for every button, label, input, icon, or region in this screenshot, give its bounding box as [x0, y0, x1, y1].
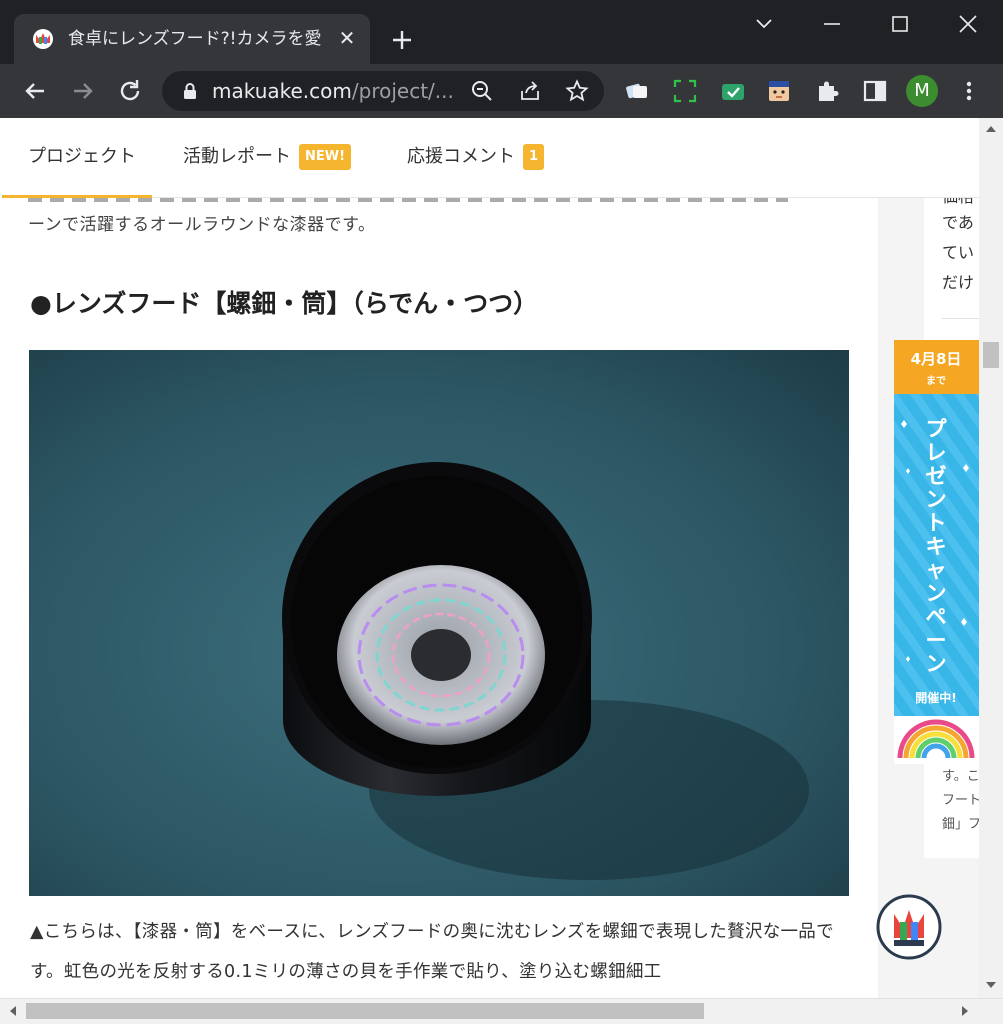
tab-title: 食卓にレンズフード?!カメラを愛 — [68, 29, 322, 49]
url-host: makuake.com — [212, 79, 352, 103]
extension-screenshot-icon[interactable] — [672, 78, 698, 104]
extension-mail-icon[interactable] — [720, 78, 746, 104]
scroll-left-arrow-icon[interactable] — [8, 1005, 18, 1017]
url-text[interactable]: makuake.com/project/... — [212, 79, 454, 103]
project-tab-nav: プロジェクト 活動レポート NEW! 応援コメント 1 — [2, 118, 979, 198]
section-heading: ●レンズフード【螺鈿・筒】（らでん・つつ） — [30, 289, 539, 318]
side-panel-icon[interactable] — [862, 78, 888, 104]
comment-count-badge: 1 — [523, 144, 545, 170]
forward-arrow-icon[interactable] — [68, 76, 98, 106]
vertical-scrollbar[interactable] — [979, 118, 1003, 998]
tab-activity-report-label: 活動レポート — [183, 146, 291, 167]
bookmark-star-icon[interactable] — [565, 79, 589, 103]
address-bar[interactable]: makuake.com/project/... — [162, 71, 604, 111]
banner-title-char: ン — [926, 582, 947, 606]
banner-title-char: ャ — [926, 558, 947, 582]
horizontal-scrollbar[interactable] — [0, 998, 1003, 1024]
tab-project-label: プロジェクト — [28, 146, 136, 167]
banner-until: まで — [926, 375, 946, 387]
sidebar-divider — [942, 318, 979, 319]
lock-icon[interactable] — [182, 82, 198, 100]
profile-avatar[interactable]: M — [906, 75, 938, 107]
banner-title-char: ゼ — [926, 464, 947, 488]
photo-caption: ▲こちらは、【漆器・筒】をベースに、レンズフードの奥に沈むレンズを螺鈿で表現した… — [30, 922, 834, 982]
browser-tab-active[interactable]: 食卓にレンズフード?!カメラを愛 ✕ — [14, 14, 370, 64]
clipped-text-line — [28, 198, 788, 202]
zoom-icon[interactable] — [470, 79, 494, 103]
sidebar-text-line: フート — [942, 793, 979, 808]
new-tab-plus-icon[interactable] — [388, 26, 416, 54]
sidebar-text-line: 鈿」フ — [942, 817, 979, 832]
sidebar-text-line: てい — [942, 243, 975, 262]
extension-character-icon[interactable] — [766, 78, 792, 104]
tab-support-comments[interactable]: 応援コメント 1 — [407, 144, 545, 170]
product-photo-lens-hood — [29, 350, 849, 896]
tab-activity-report[interactable]: 活動レポート NEW! — [183, 144, 352, 170]
banner-title-char: キ — [926, 535, 947, 559]
banner-sub: 開催中! — [915, 690, 956, 705]
sidebar-text-line: だけ — [942, 273, 975, 292]
banner-title-char: ト — [926, 511, 947, 535]
scroll-up-arrow-icon[interactable] — [985, 124, 997, 134]
minimize-icon[interactable] — [812, 8, 852, 40]
banner-title-char: ン — [926, 488, 947, 512]
tab-project[interactable]: プロジェクト — [28, 144, 136, 170]
tab-close-button[interactable]: ✕ — [336, 27, 358, 49]
new-badge: NEW! — [299, 144, 352, 170]
makuake-favicon-icon — [33, 29, 53, 49]
share-icon[interactable] — [518, 79, 542, 103]
url-path: /project/... — [351, 79, 454, 103]
close-window-icon[interactable] — [948, 8, 988, 40]
banner-title-char: プ — [926, 417, 948, 441]
scroll-right-arrow-icon[interactable] — [960, 1005, 970, 1017]
tab-search-chevron-icon[interactable] — [744, 8, 784, 40]
browser-toolbar: makuake.com/project/... M — [0, 64, 1003, 118]
browser-tabstrip: 食卓にレンズフード?!カメラを愛 ✕ — [0, 0, 1003, 64]
horizontal-scroll-thumb[interactable] — [26, 1003, 704, 1019]
article-paragraph: ーンで活躍するオールラウンドな漆器です。 — [28, 215, 376, 235]
web-page: 価格 であ てい だけ す。こ フート 鈿」フ 4月8日 まで プレゼントキャン… — [2, 118, 979, 998]
banner-title-char: ー — [926, 629, 947, 653]
maximize-icon[interactable] — [880, 8, 920, 40]
back-arrow-icon[interactable] — [20, 76, 50, 106]
sidebar-text-line: す。こ — [942, 769, 979, 784]
banner-title-char: ペ — [926, 605, 947, 629]
banner-title-char: ン — [926, 652, 947, 676]
banner-title-vertical: プレゼントキャンペーン — [926, 417, 948, 676]
banner-title-char: レ — [926, 441, 947, 465]
reload-icon[interactable] — [115, 76, 145, 106]
scroll-down-arrow-icon[interactable] — [985, 980, 997, 990]
extensions-puzzle-icon[interactable] — [814, 78, 840, 104]
vertical-scroll-thumb[interactable] — [983, 342, 999, 368]
floating-logo-button[interactable] — [876, 894, 942, 960]
present-campaign-banner[interactable]: 4月8日 まで プレゼントキャンペーン 開催中! — [894, 340, 979, 764]
active-tab-indicator — [2, 195, 152, 198]
extension-cards-icon[interactable] — [624, 78, 650, 104]
browser-menu-icon[interactable] — [956, 78, 982, 104]
article-body: ーンで活躍するオールラウンドな漆器です。 ●レンズフード【螺鈿・筒】（らでん・つ… — [2, 198, 878, 998]
tab-support-comments-label: 応援コメント — [407, 146, 515, 167]
banner-date: 4月8日 — [911, 350, 962, 368]
sidebar-text-line: であ — [942, 213, 974, 232]
